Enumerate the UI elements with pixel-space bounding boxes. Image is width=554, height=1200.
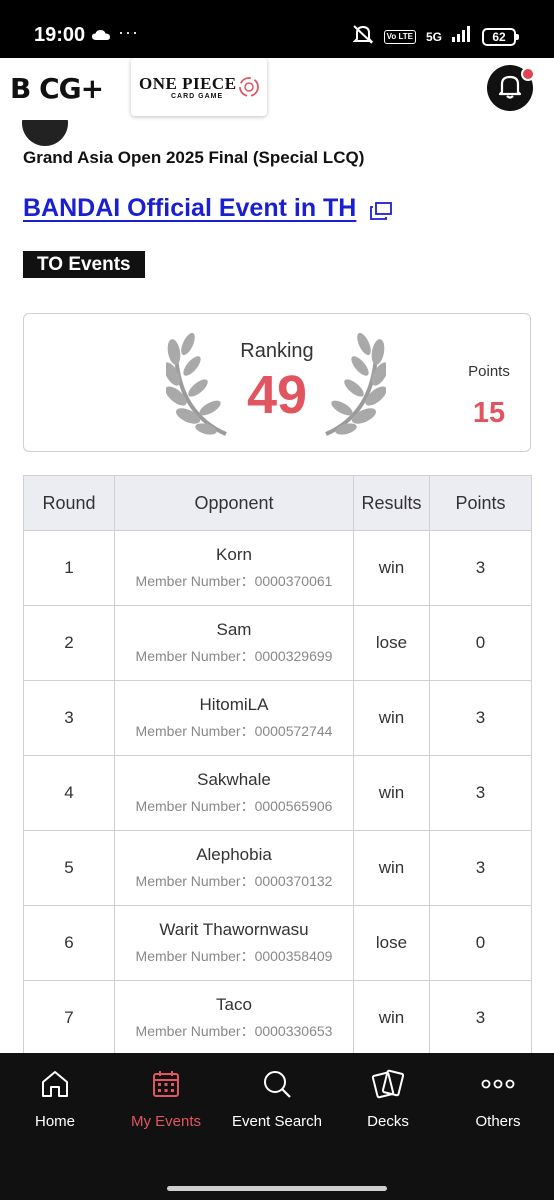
opponent-cell: Sakwhale Member Number：0000565906	[114, 755, 354, 831]
opponent-cell: Warit Thawornwasu Member Number：000035840…	[114, 905, 354, 981]
table-header-row: Round Opponent Results Points	[23, 475, 532, 531]
logo-subtitle: CARD GAME	[171, 93, 224, 100]
search-icon	[222, 1067, 332, 1101]
nav-home-label: Home	[34, 1113, 75, 1130]
round-cell: 2	[23, 605, 115, 681]
col-header-results: Results	[353, 475, 430, 531]
opponent-cell: HitomiLA Member Number：0000572744	[114, 680, 354, 756]
table-row: 1 Korn Member Number：0000370061 win 3	[23, 530, 532, 606]
member-number: Member Number：0000329699	[135, 648, 333, 664]
opponent-name: Taco	[216, 995, 252, 1014]
table-row: 5 Alephobia Member Number：0000370132 win …	[23, 830, 532, 906]
result-cell: win	[353, 530, 430, 606]
round-cell: 4	[23, 755, 115, 831]
points-cell: 3	[429, 530, 532, 606]
result-cell: win	[353, 680, 430, 756]
ranking-card: Ranking 49 Points 15	[23, 313, 531, 452]
round-cell: 1	[23, 530, 115, 606]
result-cell: lose	[353, 905, 430, 981]
table-row: 6 Warit Thawornwasu Member Number：0000358…	[23, 905, 532, 981]
calendar-icon	[111, 1067, 221, 1101]
opponent-name: HitomiLA	[199, 695, 269, 714]
volte-badge: Vo LTE	[383, 29, 416, 44]
col-header-points: Points	[429, 475, 532, 531]
opponent-cell: Korn Member Number：0000370061	[114, 530, 354, 606]
opponent-name: Sam	[216, 620, 252, 639]
nav-others-label: Others	[475, 1113, 521, 1130]
round-cell: 5	[23, 830, 115, 906]
opponent-name: Warit Thawornwasu	[159, 920, 309, 939]
member-number: Member Number：0000358409	[135, 948, 333, 964]
table-row: 2 Sam Member Number：0000329699 lose 0	[23, 605, 532, 681]
table-row: 3 HitomiLA Member Number：0000572744 win 3	[23, 680, 532, 756]
points-value: 15	[472, 397, 506, 429]
member-number: Member Number：0000330653	[135, 1023, 333, 1039]
result-cell: win	[353, 980, 430, 1056]
mute-icon	[352, 24, 374, 49]
results-table: Round Opponent Results Points 1 Korn Memb…	[23, 475, 532, 1056]
ranking-label: Ranking	[240, 340, 314, 362]
opponent-cell: Alephobia Member Number：0000370132	[114, 830, 354, 906]
bottom-nav: Home My Events Event Search Decks Others	[0, 1053, 554, 1200]
col-header-opponent: Opponent	[114, 475, 354, 531]
event-title: Grand Asia Open 2025 Final (Special LCQ)	[23, 148, 365, 167]
points-cell: 3	[429, 680, 532, 756]
one-piece-card-game-logo[interactable]: ONE PIECE CARD GAME	[131, 58, 267, 116]
switch-game-icon	[238, 76, 260, 103]
notification-badge	[521, 67, 535, 81]
points-cell: 3	[429, 980, 532, 1056]
app-header: B CG+ ONE PIECE CARD GAME	[0, 58, 554, 120]
opponent-cell: Sam Member Number：0000329699	[114, 605, 354, 681]
status-bar: 19:00 ··· Vo LTE 5G 62	[0, 0, 554, 58]
signal-icon	[452, 26, 472, 47]
more-icon	[443, 1067, 553, 1101]
round-cell: 7	[23, 980, 115, 1056]
opponent-cell: Taco Member Number：0000330653	[114, 980, 354, 1056]
ranking-value: 49	[246, 365, 308, 425]
home-icon	[0, 1067, 110, 1101]
round-cell: 6	[23, 905, 115, 981]
nav-decks-label: Decks	[367, 1113, 409, 1130]
result-cell: win	[353, 755, 430, 831]
member-number: Member Number：0000370132	[135, 873, 333, 889]
nav-my-events[interactable]: My Events	[111, 1067, 221, 1130]
nav-event-search-label: Event Search	[231, 1113, 323, 1130]
round-cell: 3	[23, 680, 115, 756]
network-type: 5G	[425, 29, 442, 44]
home-indicator[interactable]	[167, 1186, 387, 1191]
points-cell: 3	[429, 755, 532, 831]
cloud-icon	[92, 28, 110, 46]
nav-event-search[interactable]: Event Search	[222, 1067, 332, 1130]
member-number: Member Number：0000565906	[135, 798, 333, 814]
result-cell: lose	[353, 605, 430, 681]
points-cell: 0	[429, 605, 532, 681]
status-time: 19:00	[34, 24, 86, 46]
opponent-name: Sakwhale	[197, 770, 271, 789]
points-cell: 3	[429, 830, 532, 906]
nav-my-events-label: My Events	[130, 1113, 202, 1130]
table-row: 4 Sakwhale Member Number：0000565906 win 3	[23, 755, 532, 831]
nav-home[interactable]: Home	[0, 1067, 110, 1130]
nav-decks[interactable]: Decks	[333, 1067, 443, 1130]
points-label: Points	[468, 363, 510, 380]
external-link-icon[interactable]	[370, 202, 392, 225]
event-type-tag: TO Events	[23, 251, 145, 278]
result-cell: win	[353, 830, 430, 906]
bell-icon	[498, 73, 522, 104]
organizer-link[interactable]: BANDAI Official Event in TH	[23, 194, 356, 223]
bandai-card-games-logo[interactable]: B CG+	[10, 72, 104, 105]
status-more-dots: ···	[118, 22, 139, 42]
opponent-name: Korn	[216, 545, 252, 564]
battery-icon: 62	[482, 27, 519, 46]
table-row: 7 Taco Member Number：0000330653 win 3	[23, 980, 532, 1056]
member-number: Member Number：0000572744	[135, 723, 333, 739]
nav-others[interactable]: Others	[443, 1067, 553, 1130]
points-cell: 0	[429, 905, 532, 981]
opponent-name: Alephobia	[196, 845, 272, 864]
member-number: Member Number：0000370061	[135, 573, 333, 589]
col-header-round: Round	[23, 475, 115, 531]
cards-icon	[333, 1067, 443, 1101]
logo-title: ONE PIECE	[139, 74, 237, 93]
